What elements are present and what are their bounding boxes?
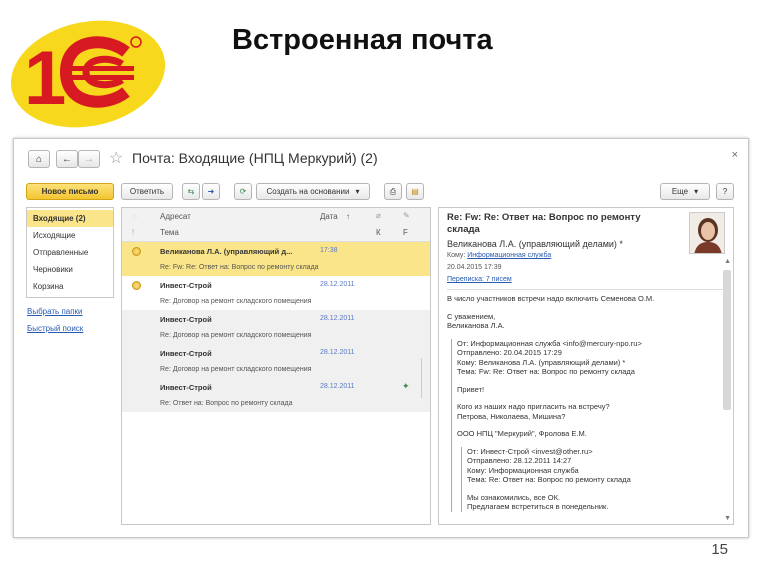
subject-header[interactable]: Тема [160, 228, 179, 237]
row-sender: Инвест-Строй [160, 349, 212, 358]
date-header[interactable]: Дата [320, 212, 338, 221]
to-recipient-link[interactable]: Информационная служба [467, 252, 551, 259]
scroll-up-icon[interactable]: ▲ [724, 258, 731, 265]
select-folders-link[interactable]: Выбрать папки [26, 307, 114, 316]
row-subject: Re: Договор на ремонт складского помещен… [160, 366, 312, 373]
k-header[interactable]: К [376, 228, 381, 237]
row-subject: Re: Договор на ремонт складского помещен… [160, 332, 312, 339]
chevron-down-icon: ▾ [694, 187, 699, 196]
reply-all-icon[interactable]: ⇆ [182, 183, 200, 200]
f-header[interactable]: F [403, 228, 408, 237]
message-row[interactable]: Инвест-Строй 28.12.2011 Re: Договор на рем… [122, 310, 430, 344]
1c-logo: 1 [10, 20, 166, 128]
mail-window: ⌂ ← → ☆ Почта: Входящие (НПЦ Меркурий) (… [13, 138, 749, 538]
more-button[interactable]: Еще ▾ [660, 183, 710, 200]
message-from: Великанова Л.А. (управляющий делами) * [447, 239, 623, 249]
list-header: ◌ Адресат Дата ↑ ⌀ ✎ ! Тема К F [122, 208, 430, 242]
message-row[interactable]: Инвест-Строй 28.12.2011 Re: Договор на рем… [122, 276, 430, 310]
divider [447, 289, 725, 290]
unread-dot-icon [132, 281, 141, 290]
quoted-message-2: От: Инвест-Строй <invest@other.ru> Отпра… [461, 446, 725, 512]
message-row[interactable]: Великанова Л.А. (управляющий д... 17:38 Re… [122, 242, 430, 276]
row-sender: Инвест-Строй [160, 383, 212, 392]
page-number: 15 [711, 541, 728, 558]
window-title: Почта: Входящие (НПЦ Меркурий) (2) [132, 150, 378, 166]
status-column-icon[interactable]: ◌ [132, 212, 137, 221]
scroll-down-icon[interactable]: ▼ [724, 515, 731, 522]
quick-search-link[interactable]: Быстрый поиск [26, 324, 114, 333]
new-message-button[interactable]: Новое письмо [26, 183, 114, 200]
slide-title: Встроенная почта [232, 24, 493, 56]
row-date: 17:38 [320, 247, 338, 254]
folder-inbox[interactable]: Входящие (2) [27, 210, 113, 227]
message-row[interactable]: Инвест-Строй 28.12.2011 Re: Договор на рем… [122, 344, 430, 378]
message-rows: Великанова Л.А. (управляющий д... 17:38 Re… [122, 242, 430, 412]
folder-sent[interactable]: Отправленные [27, 244, 113, 261]
folder-drafts[interactable]: Черновики [27, 261, 113, 278]
row-subject: Re: Ответ на: Вопрос по ремонту склада [160, 400, 293, 407]
addressee-header[interactable]: Адресат [160, 212, 191, 221]
row-date: 28.12.2011 [320, 349, 355, 356]
back-button[interactable]: ← [56, 150, 78, 168]
help-button[interactable]: ? [716, 183, 734, 200]
to-label: Кому: [447, 252, 466, 259]
quoted-message-1: От: Информационная служба <info@mercury-… [451, 338, 725, 512]
forward-icon[interactable]: ➜ [202, 183, 220, 200]
attachment-column-icon[interactable]: ⌀ [376, 211, 381, 220]
message-list: ◌ Адресат Дата ↑ ⌀ ✎ ! Тема К F Великано… [121, 207, 431, 525]
svg-text:1: 1 [24, 36, 66, 121]
message-row[interactable]: Инвест-Строй 28.12.2011 Re: Ответ на: Вопр… [122, 378, 430, 412]
home-button[interactable]: ⌂ [28, 150, 50, 168]
unread-dot-icon [132, 247, 141, 256]
body-paragraph: В число участников встречи надо включить… [447, 294, 655, 303]
quote2-text: Мы ознакомились, все ОК. Предлагаем встр… [467, 492, 609, 512]
close-icon[interactable]: × [732, 149, 738, 161]
row-date: 28.12.2011 [320, 281, 355, 288]
refresh-icon[interactable]: ⟳ [234, 183, 252, 200]
row-sender: Великанова Л.А. (управляющий д... [160, 247, 293, 256]
address-book-icon[interactable]: ▤ [406, 183, 424, 200]
sort-arrow-icon: ↑ [346, 212, 350, 221]
create-based-on-button[interactable]: Создать на основании ▾ [256, 183, 370, 200]
forward-button[interactable]: → [78, 150, 100, 168]
reader-scrollbar[interactable] [723, 270, 731, 410]
folder-list: Входящие (2) Исходящие Отправленные Черн… [26, 207, 114, 298]
row-sender: Инвест-Строй [160, 315, 212, 324]
row-subject: Re: Договор на ремонт складского помещен… [160, 298, 312, 305]
chevron-down-icon: ▾ [355, 187, 360, 196]
quote-header: От: Информационная служба <info@mercury-… [457, 338, 642, 377]
quote-signature: ООО НПЦ "Меркурий", Фролова Е.М. [457, 429, 587, 438]
flag-column-icon[interactable]: ✎ [403, 211, 410, 220]
more-label: Еще [671, 187, 689, 196]
message-date: 20.04.2015 17:39 [447, 264, 502, 271]
body-signature: С уважением, Великанова Л.А. [447, 311, 505, 331]
folder-outbox[interactable]: Исходящие [27, 227, 113, 244]
important-column-icon[interactable]: ! [132, 228, 134, 237]
list-scrollbar[interactable] [421, 358, 428, 398]
row-date: 28.12.2011 [320, 315, 355, 322]
toolbar: Новое письмо Ответить ⇆ ➜ ⟳ Создать на о… [14, 183, 748, 205]
folder-trash[interactable]: Корзина [27, 278, 113, 295]
quote-greeting: Привет! [457, 384, 485, 394]
message-subject: Re: Fw: Re: Ответ на: Вопрос по ремонту … [447, 212, 641, 235]
message-body: В число участников встречи надо включить… [447, 294, 725, 512]
sidebar: Входящие (2) Исходящие Отправленные Черн… [26, 207, 114, 333]
quote2-header: От: Инвест-Строй <invest@other.ru> Отпра… [467, 446, 631, 485]
thread-link[interactable]: Переписка: 7 писем [447, 275, 725, 285]
person-photo [690, 213, 724, 253]
processed-flag-icon[interactable]: ✦ [402, 381, 410, 392]
row-sender: Инвест-Строй [160, 281, 212, 290]
reading-pane: Re: Fw: Re: Ответ на: Вопрос по ремонту … [438, 207, 734, 525]
create-based-on-label: Создать на основании [266, 187, 350, 196]
window-titlebar: ⌂ ← → ☆ Почта: Входящие (НПЦ Меркурий) (… [14, 139, 748, 179]
favorite-star-icon[interactable]: ☆ [109, 148, 123, 168]
message-to: Кому: Информационная служба [447, 251, 725, 261]
row-date: 28.12.2011 [320, 383, 355, 390]
reply-button[interactable]: Ответить [121, 183, 173, 200]
sender-avatar [689, 212, 725, 254]
row-subject: Re: Fw: Re: Ответ на: Вопрос по ремонту … [160, 264, 319, 271]
quote-question: Кого из наших надо пригласить на встречу… [457, 402, 610, 421]
print-icon[interactable]: ⎙ [384, 183, 402, 200]
